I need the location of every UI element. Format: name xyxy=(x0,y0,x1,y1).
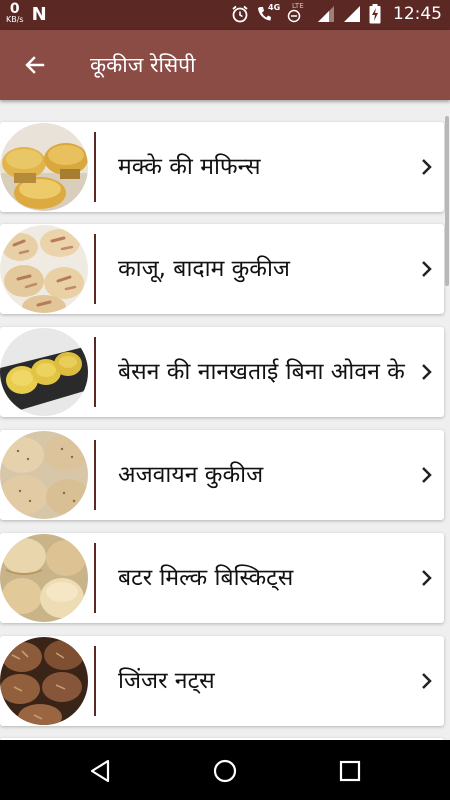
signal-icon xyxy=(318,6,334,22)
recipe-card[interactable]: बेसन की नानखताई बिना ओवन के xyxy=(0,327,444,417)
clock: 12:45 xyxy=(393,4,442,24)
network-type-label: 4G xyxy=(268,3,281,12)
recipe-title: काजू, बादाम कुकीज xyxy=(118,256,290,282)
nav-recents-icon[interactable] xyxy=(335,756,365,786)
chevron-right-icon xyxy=(422,673,432,689)
card-divider xyxy=(94,543,96,613)
navigation-bar xyxy=(0,740,450,800)
recipe-card[interactable]: काजू, बादाम कुकीज xyxy=(0,224,444,314)
data-speed-unit: KB/s xyxy=(6,15,24,24)
nav-back-icon[interactable] xyxy=(86,756,116,786)
chevron-right-icon xyxy=(422,467,432,483)
nav-home-icon[interactable] xyxy=(210,756,240,786)
recipe-title: बटर मिल्क बिस्किट्स xyxy=(118,565,294,591)
card-divider xyxy=(94,646,96,716)
chevron-right-icon xyxy=(422,261,432,277)
recipe-thumbnail xyxy=(0,225,88,313)
scrollbar[interactable] xyxy=(445,116,449,286)
recipe-card[interactable]: अजवायन कुकीज xyxy=(0,430,444,520)
lte-icon: LTE xyxy=(287,2,309,23)
recipe-card[interactable]: मक्के की मफिन्स xyxy=(0,122,444,212)
recipe-thumbnail xyxy=(0,534,88,622)
call-4g-icon: 4G xyxy=(257,3,281,23)
chevron-right-icon xyxy=(422,570,432,586)
battery-charging-icon xyxy=(369,4,381,24)
arrow-left-icon xyxy=(25,56,45,74)
recipe-title: अजवायन कुकीज xyxy=(118,462,264,488)
recipe-list[interactable]: मक्के की मफिन्स काजू, बादाम कुकीज बेसन क… xyxy=(0,100,450,740)
recipe-card[interactable]: बटर मिल्क बिस्किट्स xyxy=(0,533,444,623)
status-right: 4G LTE 12:45 xyxy=(231,2,442,24)
signal-icon-2 xyxy=(344,6,360,22)
recipe-card[interactable]: जिंजर नट्स xyxy=(0,636,444,726)
recipe-thumbnail xyxy=(0,637,88,725)
recipe-title: जिंजर नट्स xyxy=(118,668,215,694)
status-bar: 0 KB/s N 4G LTE 12:45 xyxy=(0,0,450,30)
card-divider xyxy=(94,440,96,510)
chevron-right-icon xyxy=(422,364,432,380)
recipe-title: मक्के की मफिन्स xyxy=(118,154,261,180)
status-left: 0 KB/s N xyxy=(6,2,47,25)
app-bar: कूकीज रेसिपी xyxy=(0,30,450,100)
alarm-icon xyxy=(232,5,248,23)
chevron-right-icon xyxy=(422,159,432,175)
recipe-title: बेसन की नानखताई बिना ओवन के xyxy=(118,359,405,385)
recipe-thumbnail xyxy=(0,431,88,519)
back-button[interactable] xyxy=(20,50,50,80)
card-divider xyxy=(94,234,96,304)
data-speed-value: 0 xyxy=(9,1,20,17)
page-title: कूकीज रेसिपी xyxy=(90,53,196,77)
card-divider xyxy=(94,337,96,407)
notification-app-icon: N xyxy=(31,4,47,25)
card-divider xyxy=(94,132,96,202)
recipe-thumbnail xyxy=(0,123,88,211)
recipe-thumbnail xyxy=(0,328,88,416)
data-speed-indicator: 0 KB/s xyxy=(6,2,24,24)
